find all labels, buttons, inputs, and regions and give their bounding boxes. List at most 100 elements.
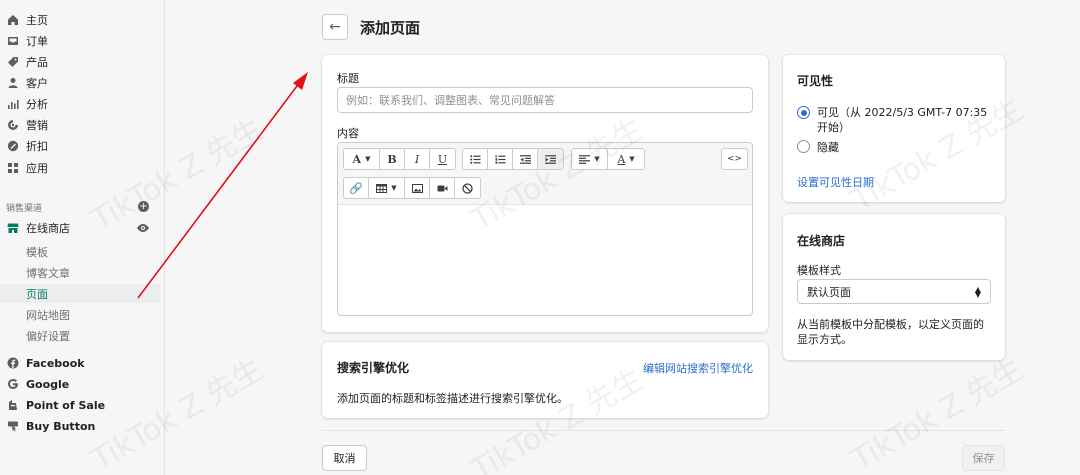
title-placeholder: 例如：联系我们、调整图表、常见问题解答 <box>346 94 555 107</box>
numbered-list-button[interactable] <box>488 149 513 169</box>
set-visibility-date-link[interactable]: 设置可见性日期 <box>797 174 874 190</box>
outdent-icon <box>519 154 531 164</box>
sub-item-preferences[interactable]: 偏好设置 <box>0 326 160 345</box>
insert-image-button[interactable] <box>405 178 430 198</box>
nav-item-apps[interactable]: 应用 <box>0 158 160 178</box>
nav-item-point-of-sale[interactable]: Point of Sale <box>0 395 160 415</box>
nav-label: Facebook <box>26 356 85 370</box>
nav-item-orders[interactable]: 订单 <box>0 31 160 51</box>
content-label: 内容 <box>337 127 359 140</box>
caret-down-icon: ▼ <box>594 155 600 163</box>
visible-radio[interactable] <box>797 106 810 119</box>
align-dropdown[interactable]: ▼ <box>572 149 608 169</box>
text-color-dropdown[interactable]: A ▼ <box>608 149 644 169</box>
add-channel-icon[interactable]: + <box>138 201 149 212</box>
insert-video-button[interactable] <box>430 178 455 198</box>
insert-link-button[interactable]: 🔗 <box>344 178 369 198</box>
sales-channels-label: 销售渠道 <box>6 204 43 214</box>
bold-button[interactable]: B <box>380 149 405 169</box>
nav-label: 分析 <box>26 98 48 111</box>
nav-label: 应用 <box>26 162 48 175</box>
nav-item-home[interactable]: 主页 <box>0 10 160 30</box>
bullet-list-button[interactable] <box>463 149 488 169</box>
nav-item-facebook[interactable]: Facebook <box>0 353 160 373</box>
page-content-card: 标题 例如：联系我们、调整图表、常见问题解答 内容 A ▼ B I U ▼ A ▼ … <box>322 55 768 332</box>
visible-label[interactable]: 可见（从 2022/5/3 GMT-7 07:35 开始） <box>817 105 992 135</box>
caret-down-icon: ▼ <box>391 184 397 192</box>
back-button[interactable]: ← <box>322 14 348 40</box>
seo-description: 添加页面的标题和标签描述进行搜索引擎优化。 <box>337 392 568 405</box>
sub-item-navigation[interactable]: 网站地图 <box>0 305 160 324</box>
underline-button[interactable]: U <box>430 149 455 169</box>
code-icon: <> <box>726 154 743 164</box>
numbered-list-icon <box>495 154 505 164</box>
eye-icon[interactable] <box>136 223 150 233</box>
facebook-icon <box>6 357 19 370</box>
sub-item-themes[interactable]: 模板 <box>0 242 160 261</box>
nav-label: 订单 <box>26 35 48 48</box>
bold-icon: B <box>387 152 397 166</box>
discount-icon <box>6 140 19 153</box>
underline-icon: U <box>437 152 448 166</box>
nav-item-buy-button[interactable]: Buy Button <box>0 416 160 436</box>
apps-icon <box>6 162 19 175</box>
online-store-title: 在线商店 <box>797 234 846 248</box>
edit-seo-link[interactable]: 编辑网站搜索引擎优化 <box>643 360 753 376</box>
nav-label: 在线商店 <box>26 222 70 235</box>
template-select[interactable]: 默认页面 ▲ ▼ <box>797 279 991 304</box>
caret-down-icon: ▼ <box>365 155 371 163</box>
text-color-icon: A <box>617 152 626 166</box>
cancel-button[interactable]: 取消 <box>322 445 367 471</box>
seo-title: 搜索引擎优化 <box>337 361 410 375</box>
indent-icon <box>545 154 556 164</box>
align-color-group: ▼ A ▼ <box>571 148 645 170</box>
template-label: 模板样式 <box>797 264 841 277</box>
nav-label: Buy Button <box>26 419 96 433</box>
person-icon <box>6 77 19 90</box>
italic-icon: I <box>414 152 420 166</box>
list-group <box>462 148 564 170</box>
html-group: <> <box>721 148 748 170</box>
font-icon: A <box>352 152 362 166</box>
hidden-radio[interactable] <box>797 140 810 153</box>
title-input[interactable]: 例如：联系我们、调整图表、常见问题解答 <box>337 87 753 113</box>
online-store-card: 在线商店 模板样式 默认页面 ▲ ▼ 从当前模板中分配模板，以定义页面的显示方式。 <box>783 214 1005 360</box>
marketing-icon <box>6 119 19 132</box>
pos-icon <box>6 399 19 412</box>
google-icon <box>6 378 19 391</box>
outdent-button[interactable] <box>513 149 538 169</box>
footer-divider <box>322 430 1005 431</box>
nav-label: 营销 <box>26 119 48 132</box>
template-value: 默认页面 <box>807 285 851 299</box>
hidden-label[interactable]: 隐藏 <box>817 139 839 155</box>
font-style-dropdown[interactable]: A ▼ <box>344 149 380 169</box>
italic-button[interactable]: I <box>405 149 430 169</box>
page-title: 添加页面 <box>360 19 421 37</box>
sub-item-pages[interactable]: 页面 <box>0 284 160 303</box>
home-icon <box>6 14 19 27</box>
buy-button-icon <box>6 420 19 433</box>
table-icon <box>376 183 388 193</box>
video-icon <box>437 185 447 191</box>
rich-text-editor[interactable]: A ▼ B I U ▼ A ▼ <> 🔗 ▼ <box>337 142 753 316</box>
show-html-button[interactable]: <> <box>722 149 747 169</box>
sub-item-blog-posts[interactable]: 博客文章 <box>0 263 160 282</box>
save-button[interactable]: 保存 <box>962 445 1005 471</box>
nav-item-products[interactable]: 产品 <box>0 52 160 72</box>
format-group: A ▼ B I U <box>343 148 456 170</box>
nav-item-discounts[interactable]: 折扣 <box>0 136 160 156</box>
nav-item-marketing[interactable]: 营销 <box>0 115 160 135</box>
insert-table-dropdown[interactable]: ▼ <box>369 178 405 198</box>
nav-item-analytics[interactable]: 分析 <box>0 94 160 114</box>
template-help-text: 从当前模板中分配模板，以定义页面的显示方式。 <box>797 318 984 346</box>
nav-label: 折扣 <box>26 140 48 153</box>
nav-item-customers[interactable]: 客户 <box>0 73 160 93</box>
clear-formatting-button[interactable] <box>455 178 480 198</box>
indent-button[interactable] <box>538 149 563 169</box>
insert-group: 🔗 ▼ <box>343 177 481 199</box>
nav-label: 产品 <box>26 56 48 69</box>
nav-item-google[interactable]: Google <box>0 374 160 394</box>
image-icon <box>411 183 423 193</box>
store-icon <box>6 222 19 235</box>
caret-down-icon: ▼ <box>629 155 635 163</box>
